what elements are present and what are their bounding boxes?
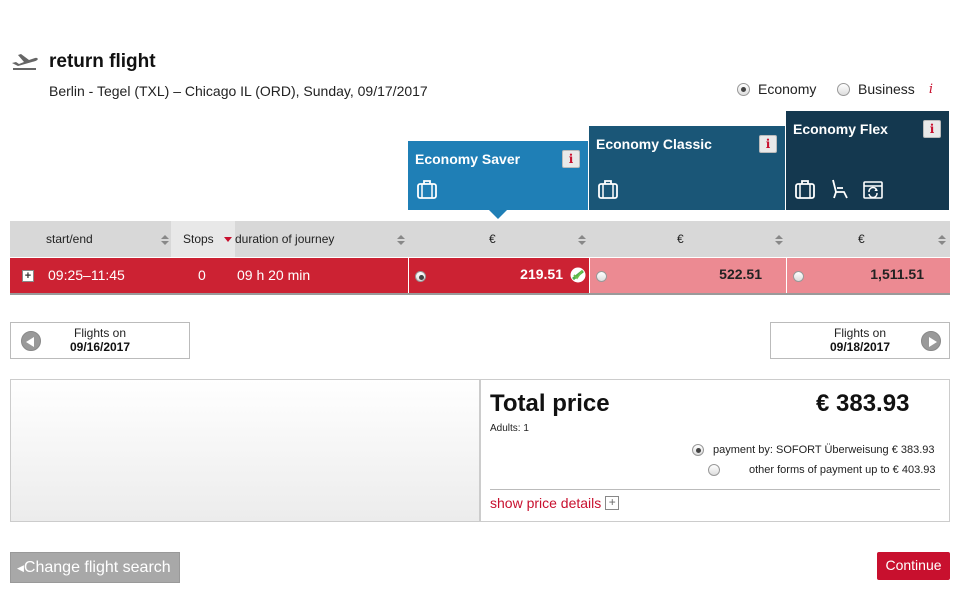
fare-info-icon[interactable]: i [923, 120, 941, 138]
change-search-label: Change flight search [23, 559, 171, 577]
expand-row-icon[interactable]: + [22, 270, 34, 282]
sort-saver-icon[interactable] [578, 235, 586, 245]
adults-count: Adults: 1 [490, 423, 529, 434]
price-cell-economy-classic[interactable]: 522.51 [589, 258, 786, 293]
page-title: return flight [49, 51, 156, 72]
business-radio[interactable] [837, 82, 850, 96]
payment-option-other[interactable]: other forms of payment up to € 403.93 [749, 464, 936, 476]
rebooking-icon [863, 181, 883, 199]
fare-info-icon[interactable]: i [562, 150, 580, 168]
fare-header-economy-classic[interactable]: Economy Classic i [589, 126, 785, 210]
sort-classic-icon[interactable] [775, 235, 783, 245]
fare-header-economy-saver[interactable]: Economy Saver i [408, 141, 588, 210]
fare-title: Economy Saver [415, 151, 521, 167]
next-day-button[interactable]: Flights on 09/18/2017 [770, 322, 950, 359]
chevron-left-icon: ◀ [17, 563, 24, 573]
price-economy-flex: 1,511.51 [870, 266, 924, 282]
flight-table-header: start/end Stops duration of journey € € … [10, 221, 950, 257]
baggage-icon [795, 180, 815, 199]
fare-title: Economy Classic [596, 136, 712, 152]
flight-times: 09:25–11:45 [48, 267, 125, 283]
sort-duration-icon[interactable] [397, 235, 405, 245]
plus-icon: + [605, 496, 620, 510]
economy-option[interactable]: Economy [737, 81, 816, 97]
summary-left-panel [10, 379, 480, 522]
continue-button[interactable]: Continue [877, 552, 950, 580]
sort-flex-icon[interactable] [938, 235, 946, 245]
sort-active-icon[interactable] [224, 237, 232, 242]
details-label: show price details [490, 495, 602, 511]
column-duration[interactable]: duration of journey [235, 221, 334, 257]
business-option[interactable]: Business i [837, 81, 933, 97]
column-currency-flex[interactable]: € [858, 221, 865, 257]
economy-radio[interactable] [737, 82, 750, 96]
divider [490, 489, 940, 490]
arrow-right-icon [921, 331, 941, 351]
plane-departure-icon [12, 54, 38, 70]
payment-option-other-radio[interactable] [707, 464, 720, 476]
business-label: Business [858, 81, 915, 97]
seat-icon [832, 179, 848, 199]
price-cell-economy-flex[interactable]: 1,511.51 [786, 258, 950, 293]
route-summary: Berlin - Tegel (TXL) – Chicago IL (ORD),… [49, 83, 428, 99]
fare-info-icon[interactable]: i [759, 135, 777, 153]
previous-day-button[interactable]: Flights on 09/16/2017 [10, 322, 190, 359]
show-price-details-link[interactable]: show price details + [490, 495, 620, 511]
selected-fare-pointer [489, 210, 507, 219]
table-row[interactable]: + 09:25–11:45 0 09 h 20 min 219.51 522.5… [10, 258, 950, 295]
fare-radio-flex[interactable] [793, 271, 804, 282]
column-stops[interactable]: Stops [183, 221, 214, 257]
baggage-icon [598, 180, 618, 199]
price-cell-economy-saver[interactable]: 219.51 [408, 258, 589, 293]
column-start-end[interactable]: start/end [46, 221, 93, 257]
column-currency-saver[interactable]: € [489, 221, 496, 257]
change-flight-search-button[interactable]: ◀Change flight search [10, 552, 180, 583]
total-price-label: Total price [490, 390, 610, 417]
fare-radio-classic[interactable] [596, 271, 607, 282]
payment-option-sofort-radio[interactable] [692, 444, 704, 456]
price-economy-saver: 219.51 [520, 266, 563, 282]
fare-radio-saver[interactable] [415, 271, 426, 282]
check-icon [570, 267, 586, 283]
cabin-info-icon[interactable]: i [929, 82, 933, 97]
flight-duration: 09 h 20 min [237, 267, 311, 283]
total-price-value: € 383.93 [816, 390, 910, 417]
price-economy-classic: 522.51 [719, 266, 762, 282]
fare-title: Economy Flex [793, 121, 888, 137]
baggage-icon [417, 180, 437, 199]
prev-label: Flights on [73, 326, 127, 340]
payment-option-sofort[interactable]: payment by: SOFORT Überweisung € 383.93 [713, 444, 935, 456]
fare-header-economy-flex[interactable]: Economy Flex i [786, 111, 949, 210]
sort-start-end-icon[interactable] [161, 235, 169, 245]
column-currency-classic[interactable]: € [677, 221, 684, 257]
flight-stops: 0 [198, 267, 206, 283]
economy-label: Economy [758, 81, 817, 97]
prev-date: 09/16/2017 [69, 340, 131, 354]
